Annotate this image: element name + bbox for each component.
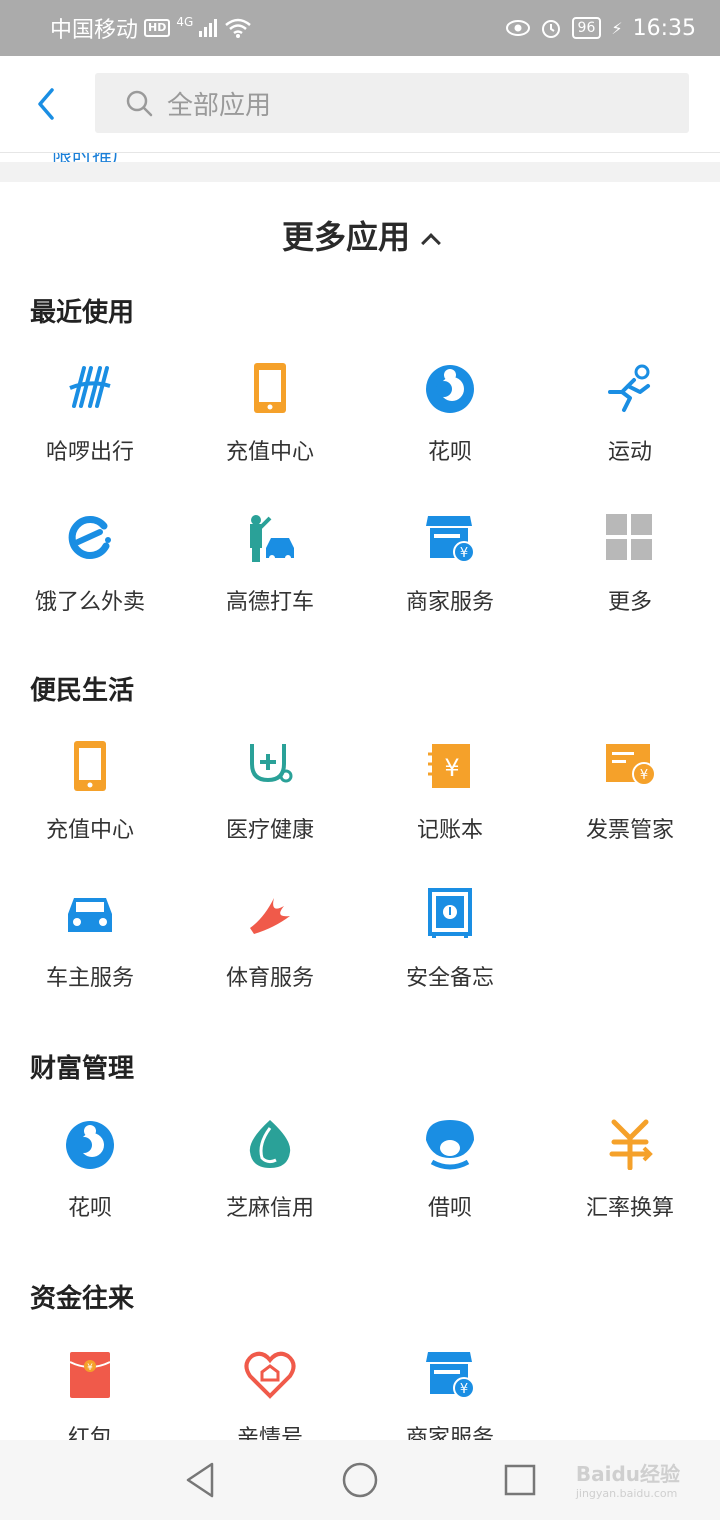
- alarm-icon: [541, 20, 560, 38]
- app-tile-huabei-2[interactable]: 花呗: [0, 1118, 180, 1258]
- chevron-up-icon: [421, 233, 441, 253]
- app-label: 充值中心: [225, 440, 314, 465]
- huabei-icon: [66, 1121, 114, 1169]
- app-tile-safe-memo[interactable]: 安全备忘: [360, 888, 540, 1028]
- svg-text:¥: ¥: [87, 1363, 93, 1373]
- hellobike-icon: [69, 366, 111, 408]
- back-button[interactable]: [26, 80, 66, 128]
- car-icon: [68, 898, 112, 932]
- taxi-icon: [250, 515, 294, 562]
- phone-icon: [74, 741, 106, 791]
- running-icon: [608, 364, 650, 412]
- app-label: 发票管家: [585, 818, 674, 843]
- app-tile-sport[interactable]: 运动: [540, 362, 720, 502]
- app-tile-sesame-credit[interactable]: 芝麻信用: [180, 1118, 360, 1258]
- eleme-icon: [68, 516, 111, 559]
- section-title-life: 便民生活: [30, 676, 135, 706]
- battery-indicator: 96: [571, 17, 602, 39]
- app-tile-recharge[interactable]: 充值中心: [180, 362, 360, 502]
- header: 全部应用: [0, 56, 720, 152]
- app-label: 充值中心: [45, 818, 134, 843]
- app-label: 商家服务: [405, 590, 494, 615]
- back-arrow-icon: [38, 88, 54, 120]
- invoice-icon: ¥: [606, 744, 656, 786]
- divider-band: [0, 162, 720, 182]
- ledger-icon: ¥: [428, 744, 470, 788]
- red-packet-icon: ¥: [69, 1352, 111, 1398]
- app-tile-jiebei[interactable]: 借呗: [360, 1118, 540, 1258]
- charging-icon: ⚡: [611, 18, 623, 38]
- nav-home-icon[interactable]: [340, 1460, 380, 1500]
- app-tile-more[interactable]: 更多: [540, 512, 720, 652]
- wifi-icon: [225, 18, 252, 38]
- eye-icon: [505, 20, 530, 36]
- safe-icon: [428, 888, 472, 938]
- heart-home-icon: [244, 1351, 296, 1399]
- carrier-label: 中国移动: [50, 18, 139, 43]
- peek-strip: 限时推广: [0, 152, 720, 162]
- nav-recents-icon[interactable]: [500, 1460, 540, 1500]
- search-icon: [126, 90, 153, 117]
- app-label: 花呗: [67, 1196, 112, 1221]
- more-apps-toggle[interactable]: 更多应用: [0, 212, 720, 258]
- status-bar: 中国移动 HD 4G 96 ⚡ 16:35: [0, 0, 720, 56]
- svg-text:¥: ¥: [460, 1382, 468, 1397]
- watermark-sub: jingyan.baidu.com: [575, 1487, 678, 1500]
- nav-back-icon[interactable]: [182, 1460, 222, 1500]
- app-tile-exchange-rate[interactable]: 汇率换算: [540, 1118, 720, 1258]
- app-label: 哈啰出行: [45, 440, 134, 465]
- app-label: 车主服务: [45, 966, 134, 991]
- hd-badge: HD: [144, 19, 171, 37]
- shop-icon: ¥: [426, 1352, 475, 1399]
- app-tile-huabei[interactable]: 花呗: [360, 362, 540, 502]
- clock: 16:35: [632, 15, 696, 41]
- phone-icon: [254, 363, 286, 413]
- app-tile-ledger[interactable]: ¥ 记账本: [360, 740, 540, 880]
- app-label: 运动: [607, 440, 652, 465]
- watermark-logo: Baidu经验 jingyan.baidu.com: [576, 1458, 680, 1500]
- watermark-main: Baidu经验: [575, 1462, 680, 1486]
- app-tile-amap-taxi[interactable]: 高德打车: [180, 512, 360, 652]
- app-label: 花呗: [427, 440, 472, 465]
- huabei-icon: [426, 365, 474, 413]
- app-tile-car-owner[interactable]: 车主服务: [0, 888, 180, 1028]
- app-label: 体育服务: [225, 966, 314, 991]
- svg-text:¥: ¥: [640, 768, 648, 783]
- app-tile-eleme[interactable]: 饿了么外卖: [0, 512, 180, 652]
- svg-text:¥: ¥: [444, 754, 459, 782]
- app-label: 记账本: [416, 818, 483, 843]
- app-tile-merchant[interactable]: ¥ 商家服务: [360, 512, 540, 652]
- stethoscope-icon: [250, 744, 293, 783]
- signal-icon: [199, 19, 218, 37]
- search-input[interactable]: 全部应用: [95, 73, 689, 133]
- section-title-wealth: 财富管理: [30, 1054, 135, 1084]
- app-tile-sports-service[interactable]: 体育服务: [180, 888, 360, 1028]
- jiebei-icon: [426, 1120, 474, 1170]
- exchange-icon: [609, 1119, 653, 1170]
- sesame-icon: [249, 1120, 291, 1168]
- app-label: 借呗: [427, 1196, 472, 1221]
- more-apps-title: 更多应用: [281, 218, 410, 256]
- app-tile-invoice[interactable]: ¥ 发票管家: [540, 740, 720, 880]
- app-tile-hellobike[interactable]: 哈啰出行: [0, 362, 180, 502]
- section-title-funds: 资金往来: [30, 1284, 135, 1314]
- peek-text: 限时推广: [52, 153, 132, 162]
- app-tile-recharge-2[interactable]: 充值中心: [0, 740, 180, 880]
- app-label: 更多: [607, 590, 652, 615]
- app-label: 安全备忘: [405, 966, 494, 991]
- sports-icon: [250, 898, 290, 934]
- network-label: 4G: [176, 15, 194, 29]
- search-placeholder: 全部应用: [167, 90, 272, 121]
- app-label: 芝麻信用: [225, 1196, 314, 1221]
- app-tile-medical[interactable]: 医疗健康: [180, 740, 360, 880]
- shop-icon: ¥: [426, 516, 475, 563]
- section-title-recent: 最近使用: [30, 298, 135, 328]
- app-label: 高德打车: [225, 590, 314, 615]
- app-label: 饿了么外卖: [34, 590, 145, 615]
- app-label: 汇率换算: [585, 1196, 674, 1221]
- grid-icon: [606, 514, 652, 560]
- app-label: 医疗健康: [225, 818, 314, 843]
- svg-text:¥: ¥: [460, 546, 468, 561]
